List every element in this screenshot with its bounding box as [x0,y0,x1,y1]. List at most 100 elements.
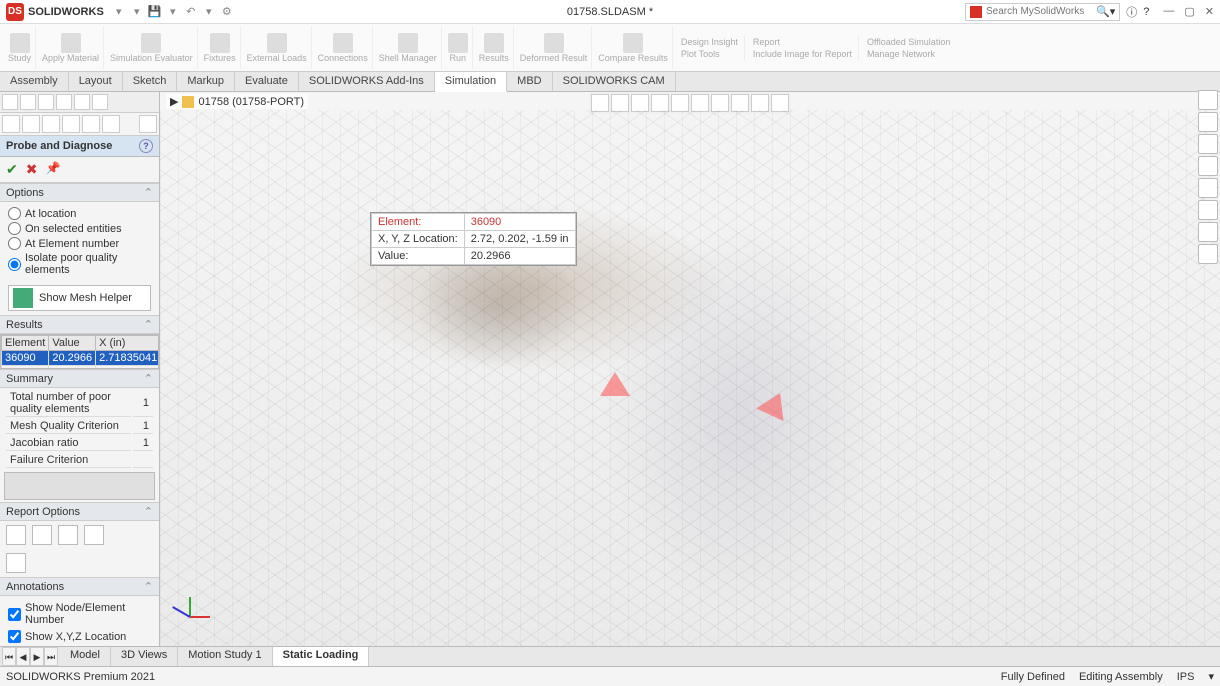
property-manager-tab[interactable] [20,94,36,110]
tab-mbd[interactable]: MBD [507,72,552,91]
config-manager-tab[interactable] [38,94,54,110]
taskpane-appearances-icon[interactable] [1198,200,1218,220]
bottom-tab-static-loading[interactable]: Static Loading [273,647,370,666]
bottom-tab-motion[interactable]: Motion Study 1 [178,647,272,666]
ribbon-study[interactable]: Study [4,26,36,69]
probe-tool-5-icon[interactable] [82,115,100,133]
tab-markup[interactable]: Markup [177,72,235,91]
ribbon-report[interactable]: Report [753,37,852,47]
graphics-viewport[interactable]: ▶ 01758 (01758-PORT) Element:36090 X, Y,… [160,92,1220,666]
qat-new-icon[interactable]: ▾ [112,5,126,19]
search-dropdown-icon[interactable]: ▾ [1110,5,1116,18]
ribbon-sim-evaluator[interactable]: Simulation Evaluator [106,26,198,69]
status-extra-icon[interactable]: ▾ [1208,670,1214,683]
ribbon-external-loads[interactable]: External Loads [243,26,312,69]
annotations-header[interactable]: Annotations ⌃ [0,577,159,596]
probe-tool-3-icon[interactable] [42,115,60,133]
qat-redo-icon[interactable]: ▾ [202,5,216,19]
taskpane-forum-icon[interactable] [1198,244,1218,264]
probe-next-icon[interactable] [139,115,157,133]
minimize-button[interactable]: — [1163,5,1174,18]
user-icon[interactable]: ⓘ [1126,4,1137,20]
search-input[interactable] [986,6,1096,17]
radio-at-location[interactable] [8,207,21,220]
probe-tool-2-icon[interactable] [22,115,40,133]
qat-print-icon[interactable]: ▾ [166,5,180,19]
ribbon-design-insight[interactable]: Design Insight [681,37,738,47]
taskpane-custom-props-icon[interactable] [1198,222,1218,242]
results-table-container[interactable]: Element Value X (in) 3609020.29662.71835… [0,334,159,369]
ribbon-include-image[interactable]: Include Image for Report [753,49,852,59]
ribbon-manage-network[interactable]: Manage Network [867,49,950,59]
bottom-tab-model[interactable]: Model [60,647,111,666]
bottom-tab-3dviews[interactable]: 3D Views [111,647,178,666]
feature-manager-tab[interactable] [2,94,18,110]
ribbon-plot-tools[interactable]: Plot Tools [681,49,738,59]
ribbon-apply-material[interactable]: Apply Material [38,26,104,69]
qat-undo-icon[interactable]: ↶ [184,5,198,19]
results-header[interactable]: Results ⌃ [0,315,159,334]
report-sensor-icon[interactable] [84,525,104,545]
help-icon[interactable]: ? [1143,6,1149,18]
taskpane-view-palette-icon[interactable] [1198,178,1218,198]
flyout-tree[interactable]: ▶ 01758 (01758-PORT) [166,94,308,109]
search-icon[interactable]: 🔍 [1096,5,1110,18]
tab-layout[interactable]: Layout [69,72,123,91]
ribbon-connections[interactable]: Connections [314,26,373,69]
probe-tool-1-icon[interactable] [2,115,20,133]
report-options-header[interactable]: Report Options ⌃ [0,502,159,521]
close-button[interactable]: ✕ [1205,5,1214,18]
ribbon-results[interactable]: Results [475,26,514,69]
status-units[interactable]: IPS [1177,671,1195,683]
report-save-icon[interactable] [6,525,26,545]
show-mesh-helper-button[interactable]: Show Mesh Helper [8,285,151,311]
taskpane-file-explorer-icon[interactable] [1198,156,1218,176]
search-box[interactable]: 🔍 ▾ [965,3,1120,21]
ribbon-offloaded-sim[interactable]: Offloaded Simulation [867,37,950,47]
orientation-triad[interactable] [170,596,210,636]
check-show-xyz[interactable] [8,630,21,643]
ok-button[interactable]: ✔ [6,161,18,178]
panel-help-icon[interactable]: ? [139,139,153,153]
restore-button[interactable]: ▢ [1184,5,1194,18]
tab-addins[interactable]: SOLIDWORKS Add-Ins [299,72,435,91]
radio-at-element[interactable] [8,237,21,250]
taskpane-resources-icon[interactable] [1198,112,1218,132]
scroll-first-icon[interactable]: ⏮ [2,647,16,666]
options-header[interactable]: Options ⌃ [0,183,159,202]
sim-tree-tab[interactable] [92,94,108,110]
qat-open-icon[interactable]: ▾ [130,5,144,19]
check-show-node[interactable] [8,608,21,621]
display-manager-tab[interactable] [74,94,90,110]
col-value[interactable]: Value [49,336,96,351]
ribbon-compare-results[interactable]: Compare Results [594,26,673,69]
taskpane-home-icon[interactable] [1198,90,1218,110]
taskpane-design-library-icon[interactable] [1198,134,1218,154]
col-x[interactable]: X (in) [96,336,159,351]
qat-save-icon[interactable]: 💾 [148,5,162,19]
tab-cam[interactable]: SOLIDWORKS CAM [553,72,676,91]
ribbon-shell-manager[interactable]: Shell Manager [375,26,442,69]
tab-sketch[interactable]: Sketch [123,72,178,91]
ribbon-fixtures[interactable]: Fixtures [200,26,241,69]
tab-simulation[interactable]: Simulation [435,72,507,92]
qat-settings-icon[interactable]: ⚙ [220,5,234,19]
report-plot-icon[interactable] [32,525,52,545]
report-summary-icon[interactable] [58,525,78,545]
tab-assembly[interactable]: Assembly [0,72,69,91]
cancel-button[interactable]: ✖ [26,161,38,178]
pin-button[interactable]: 📌 [45,161,60,178]
col-element[interactable]: Element [2,336,49,351]
report-export-icon[interactable] [6,553,26,573]
ribbon-deformed-result[interactable]: Deformed Result [516,26,593,69]
scroll-last-icon[interactable]: ⏭ [44,647,58,666]
radio-isolate-poor[interactable] [8,258,21,271]
scroll-next-icon[interactable]: ▶ [30,647,44,666]
results-row[interactable]: 3609020.29662.718350410. [2,351,160,366]
scroll-prev-icon[interactable]: ◀ [16,647,30,666]
probe-tool-6-icon[interactable] [102,115,120,133]
ribbon-run[interactable]: Run [444,26,473,69]
summary-header[interactable]: Summary ⌃ [0,369,159,388]
dim-manager-tab[interactable] [56,94,72,110]
tab-evaluate[interactable]: Evaluate [235,72,299,91]
